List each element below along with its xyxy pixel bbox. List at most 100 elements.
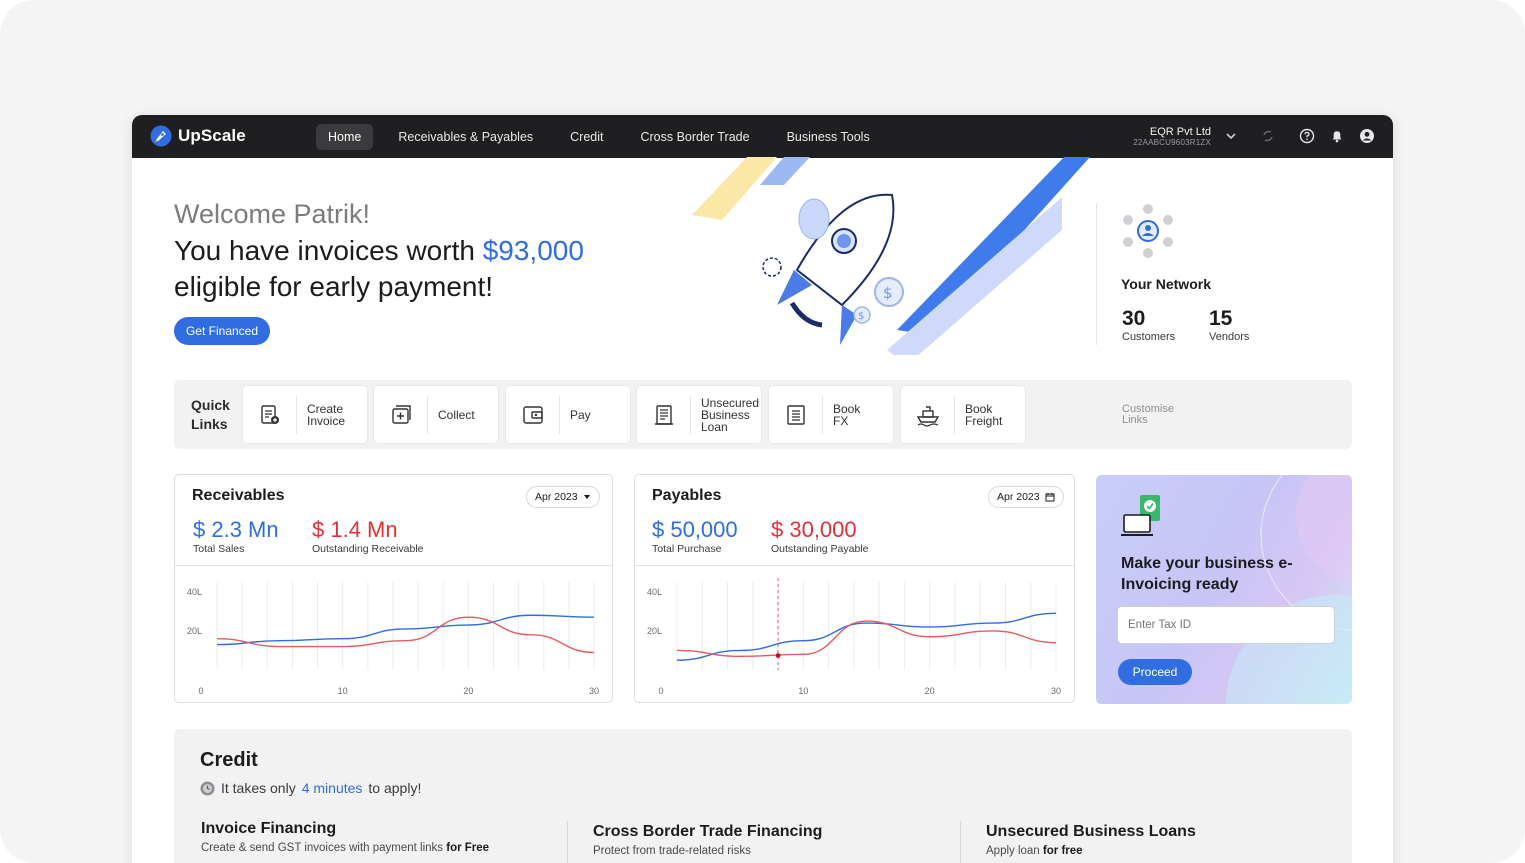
eligible-amount: $93,000 (482, 235, 584, 266)
total-purchase-value: $ 50,000 (652, 517, 738, 542)
credit-option-cross-border[interactable]: Cross Border Trade Financing Protect fro… (593, 822, 822, 857)
card-divider (635, 565, 1074, 566)
payables-card: Payables Apr 2023 $ 50,000 Total Purchas… (634, 474, 1075, 703)
subtitle-pre: It takes only (221, 780, 296, 796)
quick-link-unsecured-loan[interactable]: Unsecured Business Loan (636, 385, 762, 444)
network-title: Your Network (1121, 276, 1211, 292)
period-label: Apr 2023 (997, 491, 1040, 503)
rocket-illustration: $ $ (692, 157, 1090, 355)
period-label: Apr 2023 (535, 491, 578, 503)
quick-link-create-invoice[interactable]: Create Invoice (242, 385, 368, 444)
bell-icon[interactable] (1328, 127, 1346, 145)
credit-option-desc: Create & send GST invoices with payment … (201, 842, 490, 854)
company-name: EQR Pvt Ltd (1149, 126, 1211, 138)
nav-cross-border-trade[interactable]: Cross Border Trade (628, 124, 761, 150)
quick-link-label: Book FX (833, 401, 861, 428)
quick-link-book-freight[interactable]: Book Freight (900, 385, 1026, 444)
headline-pre: You have invoices worth (174, 235, 483, 266)
proceed-button[interactable]: Proceed (1118, 659, 1192, 685)
hero-headline: You have invoices worth $93,000 eligible… (174, 233, 644, 305)
customise-links[interactable]: Customise Links (1122, 404, 1174, 426)
chevron-down-icon[interactable] (1222, 127, 1240, 145)
caret-down-icon (583, 495, 590, 499)
fx-icon (786, 404, 805, 425)
nav-business-tools[interactable]: Business Tools (775, 124, 882, 150)
outstanding-receivable-label: Outstanding Receivable (312, 543, 424, 555)
customers-stat[interactable]: 30 Customers (1122, 307, 1175, 343)
payables-period-picker[interactable]: Apr 2023 (988, 486, 1064, 508)
customers-label: Customers (1122, 331, 1176, 343)
network-icon (1123, 204, 1173, 258)
receivables-card: Receivables Apr 2023 $ 2.3 Mn Total Sale… (174, 474, 613, 703)
ship-icon (916, 405, 939, 427)
x-tick-label: 0 (658, 686, 663, 696)
quick-link-label: Pay (570, 407, 591, 422)
x-tick-label: 30 (1051, 686, 1061, 696)
card-divider (175, 565, 612, 566)
x-tick-label: 20 (925, 686, 935, 696)
collect-icon (391, 404, 411, 424)
credit-divider (567, 821, 568, 863)
nav-receivables-payables[interactable]: Receivables & Payables (386, 124, 545, 150)
receivables-chart: 40L 20L 0 10 20 30 (187, 582, 599, 696)
quick-link-pay[interactable]: Pay (505, 385, 631, 444)
headline-post: eligible for early payment! (174, 271, 494, 302)
help-icon[interactable] (1298, 127, 1316, 145)
quick-link-book-fx[interactable]: Book FX (768, 385, 894, 444)
outstanding-payable-value: $ 30,000 (771, 517, 857, 542)
credit-option-desc: Apply loan for free (986, 845, 1083, 857)
subtitle-highlight: 4 minutes (301, 780, 363, 796)
create-invoice-icon (260, 404, 279, 424)
nav-home[interactable]: Home (316, 124, 374, 150)
x-tick-label: 10 (798, 686, 808, 696)
network-divider (1096, 203, 1097, 345)
outstanding-receivable-value: $ 1.4 Mn (312, 517, 398, 542)
receivables-period-dropdown[interactable]: Apr 2023 (526, 486, 600, 508)
get-financed-button[interactable]: Get Financed (174, 317, 270, 345)
total-sales-label: Total Sales (193, 543, 245, 555)
laptop-invoice-icon (1121, 495, 1160, 536)
total-sales-metric: $ 2.3 Mn Total Sales (193, 517, 279, 555)
tax-id-input[interactable] (1117, 606, 1335, 644)
promo-title: Make your business e-Invoicing ready (1121, 555, 1293, 593)
credit-option-desc: Protect from trade-related risks (593, 845, 751, 857)
user-profile-icon[interactable] (1358, 127, 1376, 145)
app-window: UpScale Home Receivables & Payables Cred… (132, 115, 1393, 863)
credit-title: Credit (200, 749, 258, 771)
credit-section: Credit It takes only 4 minutes to apply!… (174, 729, 1352, 863)
company-switcher[interactable]: EQR Pvt Ltd 22AABCU9603R1ZX (1117, 126, 1211, 148)
customers-count: 30 (1122, 307, 1146, 330)
screen-background: UpScale Home Receivables & Payables Cred… (0, 0, 1525, 863)
x-tick-label: 30 (589, 686, 599, 696)
quick-links-title: Quick Links (191, 397, 230, 432)
vendors-label: Vendors (1209, 331, 1250, 343)
receivables-title: Receivables (192, 487, 285, 504)
svg-text:$: $ (883, 284, 893, 302)
quick-link-collect[interactable]: Collect (373, 385, 499, 444)
calendar-icon (1045, 493, 1055, 502)
outstanding-receivable-metric: $ 1.4 Mn Outstanding Receivable (312, 517, 424, 555)
vendors-count: 15 (1209, 307, 1233, 330)
app-name: UpScale (178, 126, 246, 145)
clock-icon (200, 781, 215, 795)
total-purchase-metric: $ 50,000 Total Purchase (652, 517, 738, 555)
quick-link-label: Book Freight (965, 401, 1003, 428)
credit-option-title: Unsecured Business Loans (986, 823, 1196, 840)
series-line-0 (676, 612, 1057, 661)
nav-credit[interactable]: Credit (558, 124, 615, 150)
credit-option-invoice-financing[interactable]: Invoice Financing Create & send GST invo… (201, 819, 489, 854)
x-tick-label: 10 (338, 686, 348, 696)
total-sales-value: $ 2.3 Mn (193, 517, 279, 542)
app-logo[interactable]: UpScale (150, 125, 246, 147)
sync-icon[interactable] (1259, 127, 1277, 145)
subtitle-post: to apply! (368, 780, 422, 796)
payables-chart: 40L 20L 0 10 20 30 (647, 578, 1061, 696)
credit-subtitle: It takes only 4 minutes to apply! (200, 780, 421, 796)
main-nav: Home Receivables & Payables Credit Cross… (316, 124, 882, 150)
credit-option-unsecured-loans[interactable]: Unsecured Business Loans Apply loan for … (986, 822, 1196, 857)
e-invoicing-promo-card: Make your business e-Invoicing ready Pro… (1096, 475, 1352, 704)
quick-link-label: Collect (438, 407, 475, 422)
x-tick-label: 20 (463, 686, 473, 696)
svg-text:$: $ (858, 311, 864, 322)
vendors-stat[interactable]: 15 Vendors (1209, 307, 1249, 343)
